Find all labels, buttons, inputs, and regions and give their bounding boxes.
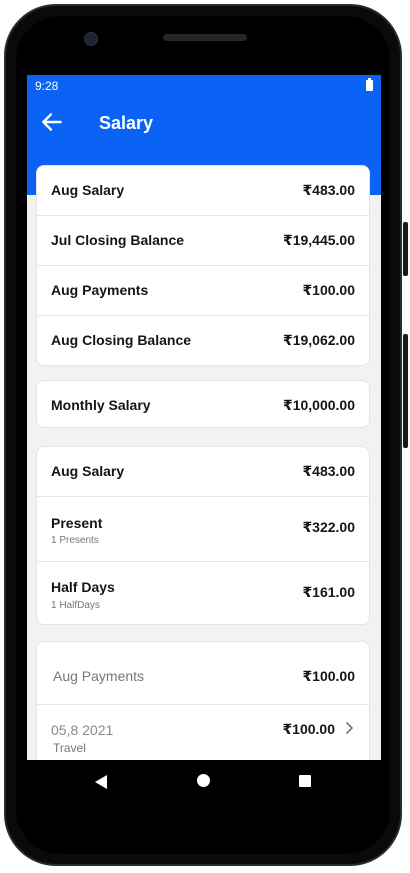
summary-label: Aug Closing Balance [51, 332, 192, 348]
page-title: Salary [99, 113, 154, 133]
payments-card: Aug Payments ₹100.00 05,8 2021 Travel ₹1… [36, 641, 370, 760]
payment-amount: ₹100.00 [282, 721, 335, 737]
nav-back-icon[interactable] [94, 774, 108, 790]
payments-header-label: Aug Payments [53, 668, 145, 684]
breakdown-value: ₹161.00 [302, 584, 355, 600]
payment-date: 05,8 2021 [51, 722, 114, 738]
summary-label: Jul Closing Balance [51, 232, 185, 248]
monthly-salary-label: Monthly Salary [51, 397, 151, 413]
monthly-salary-value: ₹10,000.00 [282, 397, 355, 413]
system-nav-bar [27, 760, 381, 804]
breakdown-row: Aug Salary ₹483.00 [37, 447, 369, 497]
breakdown-row: Half Days 1 HalfDays ₹161.00 [37, 562, 369, 624]
breakdown-sub: 1 Presents [51, 535, 99, 546]
summary-row: Jul Closing Balance ₹19,445.00 [37, 216, 369, 266]
app-screen: 9:28 Salary Aug Salary ₹483.00 Jul Closi… [27, 75, 381, 760]
nav-home-icon[interactable] [197, 774, 210, 787]
volume-button [403, 334, 408, 448]
salary-breakdown-card: Aug Salary ₹483.00 Present 1 Presents ₹3… [36, 446, 370, 625]
battery-icon [366, 78, 373, 91]
salary-summary-card: Aug Salary ₹483.00 Jul Closing Balance ₹… [36, 165, 370, 366]
payment-category: Travel [53, 741, 86, 755]
summary-row: Aug Closing Balance ₹19,062.00 [37, 316, 369, 365]
summary-label: Aug Salary [51, 182, 125, 198]
front-camera [84, 32, 98, 46]
summary-value: ₹483.00 [302, 182, 355, 198]
breakdown-label: Present [51, 515, 103, 531]
summary-value: ₹19,062.00 [282, 332, 355, 348]
power-button [403, 222, 408, 276]
monthly-salary-card: Monthly Salary ₹10,000.00 [36, 380, 370, 428]
nav-recents-icon[interactable] [299, 775, 311, 787]
back-arrow-icon[interactable] [39, 109, 65, 135]
earpiece-speaker [163, 34, 247, 41]
summary-value: ₹100.00 [302, 282, 355, 298]
breakdown-value: ₹322.00 [302, 519, 355, 535]
breakdown-label: Aug Salary [51, 463, 125, 479]
payment-list-item[interactable]: 05,8 2021 Travel ₹100.00 [37, 705, 369, 760]
summary-row: Aug Salary ₹483.00 [37, 166, 369, 216]
breakdown-row: Present 1 Presents ₹322.00 [37, 497, 369, 562]
payments-header-value: ₹100.00 [302, 668, 355, 684]
breakdown-sub: 1 HalfDays [51, 600, 100, 611]
status-time: 9:28 [35, 79, 59, 93]
breakdown-label: Half Days [51, 579, 115, 595]
summary-label: Aug Payments [51, 282, 149, 298]
chevron-right-icon[interactable] [344, 721, 356, 735]
monthly-salary-row: Monthly Salary ₹10,000.00 [37, 381, 369, 427]
breakdown-value: ₹483.00 [302, 463, 355, 479]
summary-value: ₹19,445.00 [282, 232, 355, 248]
payments-header: Aug Payments ₹100.00 [37, 642, 369, 705]
summary-row: Aug Payments ₹100.00 [37, 266, 369, 316]
status-bar: 9:28 [27, 75, 381, 97]
